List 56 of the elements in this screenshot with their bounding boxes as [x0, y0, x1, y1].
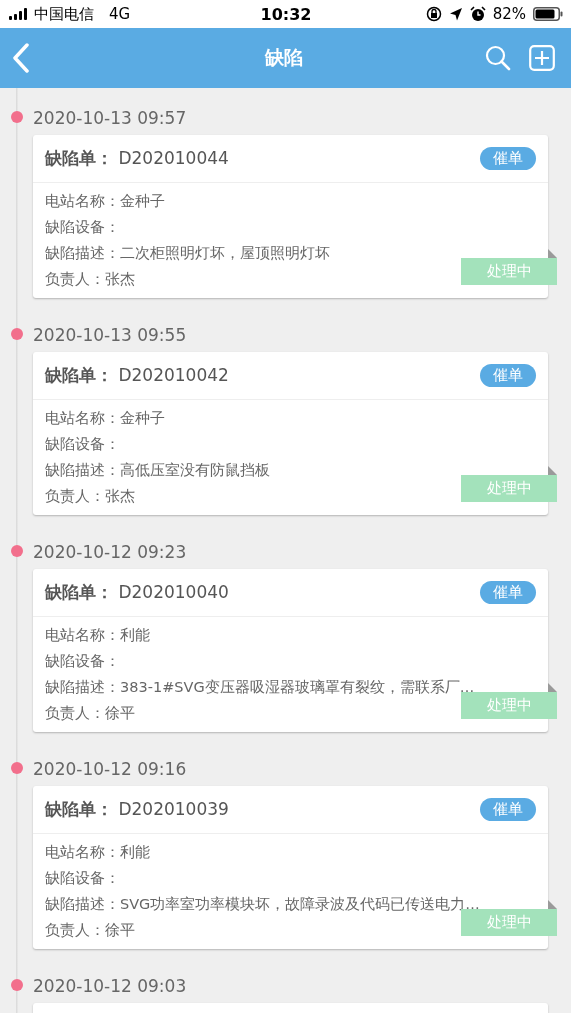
- carrier-name: 中国电信: [34, 4, 94, 24]
- timeline-dot: [11, 762, 23, 774]
- urge-button[interactable]: 催单: [480, 364, 536, 387]
- search-icon: [485, 45, 511, 71]
- detail-text: 负责人：张杰: [45, 487, 135, 506]
- detail-text: 缺陷描述：二次柜照明灯坏，屋顶照明灯坏: [45, 244, 330, 263]
- clock-time: 10:32: [260, 4, 312, 24]
- urge-button[interactable]: 催单: [480, 147, 536, 170]
- timestamp: 2020-10-12 09:03: [33, 976, 187, 996]
- timestamp: 2020-10-13 09:57: [33, 108, 187, 128]
- ribbon-fold-icon: [548, 900, 557, 909]
- timestamp: 2020-10-12 09:23: [33, 542, 187, 562]
- order-number: 缺陷单： D202010040: [45, 581, 229, 604]
- detail-text: 缺陷设备：: [45, 435, 120, 454]
- detail-text: 负责人：徐平: [45, 921, 135, 940]
- battery-percent: 82%: [492, 5, 526, 23]
- status-tag: 处理中: [461, 692, 557, 719]
- detail-text: 缺陷设备：: [45, 218, 120, 237]
- plus-square-icon: [529, 45, 555, 71]
- detail-text: 电站名称：利能: [45, 843, 150, 862]
- page-title: 缺陷: [263, 45, 304, 70]
- order-number: 缺陷单： D202010039: [45, 798, 229, 821]
- timeline-dot: [11, 111, 23, 123]
- timeline-dot: [11, 979, 23, 991]
- urge-button[interactable]: 催单: [480, 798, 536, 821]
- ribbon-fold-icon: [548, 683, 557, 692]
- order-number: 缺陷单： D202010042: [45, 364, 229, 387]
- location-arrow-icon: [448, 7, 463, 21]
- signal-icon: [9, 8, 29, 20]
- status-tag: 处理中: [461, 475, 557, 502]
- order-number: 缺陷单： D202010044: [45, 147, 229, 170]
- detail-text: 负责人：徐平: [45, 704, 135, 723]
- urge-button[interactable]: 催单: [480, 581, 536, 604]
- status-tag: 处理中: [461, 909, 557, 936]
- detail-text: 缺陷设备：: [45, 869, 120, 888]
- rotation-lock-icon: [425, 6, 442, 22]
- search-button[interactable]: [483, 43, 513, 73]
- timeline-dot: [11, 545, 23, 557]
- detail-text: 缺陷设备：: [45, 652, 120, 671]
- ribbon-fold-icon: [548, 466, 557, 475]
- detail-text: 缺陷描述：高低压室没有防鼠挡板: [45, 461, 270, 480]
- timestamp: 2020-10-12 09:16: [33, 759, 187, 779]
- ribbon-fold-icon: [548, 249, 557, 258]
- status-tag: 处理中: [461, 258, 557, 285]
- add-button[interactable]: [527, 43, 557, 73]
- detail-text: 电站名称：利能: [45, 626, 150, 645]
- battery-icon: [533, 7, 563, 21]
- network-type: 4G: [109, 5, 131, 23]
- timestamp: 2020-10-13 09:55: [33, 325, 187, 345]
- detail-text: 电站名称：金种子: [45, 192, 165, 211]
- alarm-clock-icon: [469, 6, 486, 22]
- detail-text: 负责人：张杰: [45, 270, 135, 289]
- timeline-dot: [11, 328, 23, 340]
- back-button[interactable]: [10, 41, 32, 75]
- detail-text: 电站名称：金种子: [45, 409, 165, 428]
- back-chevron-icon: [12, 43, 30, 73]
